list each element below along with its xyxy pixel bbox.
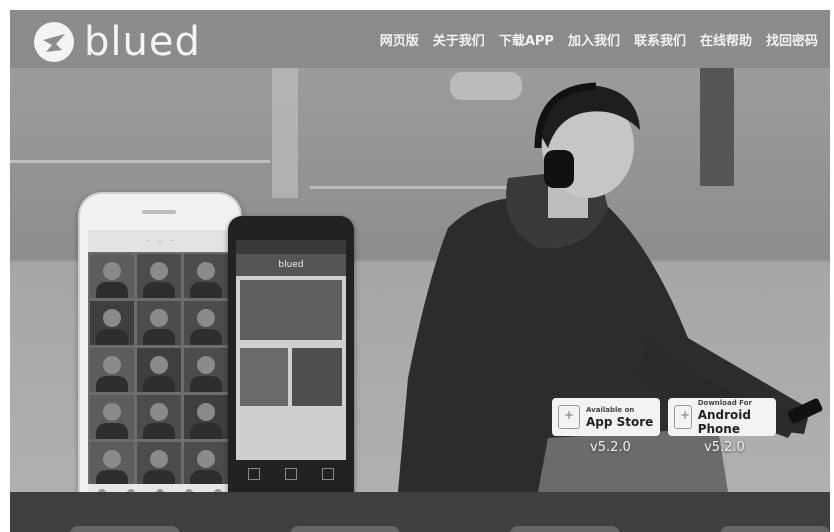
grid-photo <box>137 301 181 345</box>
grid-photo <box>90 348 134 392</box>
android-nav-bar <box>236 468 346 480</box>
grid-photo <box>137 442 181 486</box>
app-store-download-button[interactable]: Available on App Store <box>552 398 660 436</box>
photo-grid <box>90 254 228 486</box>
road-marking <box>10 160 270 163</box>
grid-photo <box>184 254 228 298</box>
background-pillar <box>272 68 298 198</box>
nav-help[interactable]: 在线帮助 <box>700 30 752 49</box>
app-store-caption: Available on <box>586 405 635 414</box>
iphone-screen: · · · <box>88 230 232 486</box>
android-banner-brand: blued <box>278 260 304 270</box>
grid-photo <box>137 395 181 439</box>
android-feed-photo <box>240 280 342 340</box>
nav-about[interactable]: 关于我们 <box>433 30 485 49</box>
grid-photo <box>90 395 134 439</box>
android-feed-photo <box>292 348 342 406</box>
apple-icon <box>558 405 580 429</box>
footer-strip <box>10 492 830 532</box>
android-app-banner: blued <box>236 254 346 276</box>
android-icon <box>674 405 692 429</box>
app-store-label: App Store <box>586 414 654 429</box>
app-store-version: v5.2.0 <box>590 440 631 455</box>
blued-logo-icon <box>34 22 74 62</box>
grid-photo <box>90 301 134 345</box>
android-feed-photo <box>240 348 288 406</box>
back-icon <box>248 468 261 480</box>
nav-web-version[interactable]: 网页版 <box>380 30 419 49</box>
grid-photo <box>137 348 181 392</box>
footer-tab[interactable] <box>720 526 830 532</box>
page-frame: blued 网页版 关于我们 下载APP 加入我们 联系我们 在线帮助 找回密码 <box>10 10 830 532</box>
android-screen: blued <box>236 240 346 460</box>
footer-tab[interactable] <box>290 526 400 532</box>
iphone-speaker <box>142 210 176 214</box>
hero-banner: · · · blued + Available on App Store v5.… <box>10 68 830 492</box>
android-status-bar <box>236 240 346 254</box>
top-header: blued 网页版 关于我们 下载APP 加入我们 联系我们 在线帮助 找回密码 <box>10 10 830 68</box>
grid-photo <box>184 348 228 392</box>
grid-photo <box>184 442 228 486</box>
home-icon <box>284 468 297 480</box>
grid-photo <box>184 395 228 439</box>
iphone-mockup: · · · <box>78 192 242 492</box>
brand-logo[interactable]: blued <box>32 20 201 64</box>
footer-tab[interactable] <box>70 526 180 532</box>
grid-photo <box>90 254 134 298</box>
top-nav: 网页版 关于我们 下载APP 加入我们 联系我们 在线帮助 找回密码 <box>380 30 818 49</box>
android-mockup: blued <box>228 216 354 492</box>
iphone-tabbar <box>88 484 232 492</box>
grid-photo <box>184 301 228 345</box>
recent-apps-icon <box>321 468 334 480</box>
android-download-button[interactable]: Download For Android Phone <box>668 398 776 436</box>
footer-tab[interactable] <box>510 526 620 532</box>
brand-name: blued <box>84 19 201 65</box>
nav-join-us[interactable]: 加入我们 <box>568 30 620 49</box>
iphone-app-header: · · · <box>88 230 232 252</box>
android-version: v5.2.0 <box>704 440 745 455</box>
nav-recover-password[interactable]: 找回密码 <box>766 30 818 49</box>
nav-download-app[interactable]: 下载APP <box>499 30 554 49</box>
nav-contact[interactable]: 联系我们 <box>634 30 686 49</box>
android-caption: Download For <box>697 398 752 407</box>
android-label: Android Phone <box>697 407 751 436</box>
grid-photo <box>90 442 134 486</box>
grid-photo <box>137 254 181 298</box>
